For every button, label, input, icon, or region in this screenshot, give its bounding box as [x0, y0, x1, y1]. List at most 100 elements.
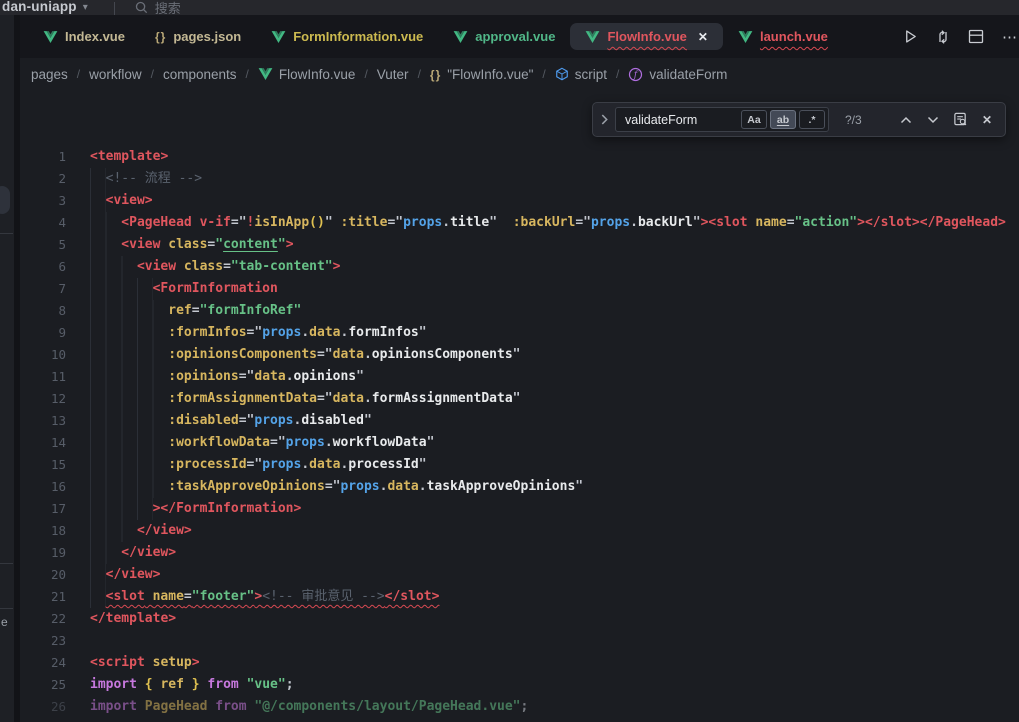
tab-flowinfo-vue[interactable]: FlowInfo.vue ✕ — [570, 23, 723, 50]
divider — [0, 608, 13, 609]
tab-forminformation-vue[interactable]: FormInformation.vue — [256, 23, 438, 50]
line-number: 23 — [20, 630, 66, 652]
divider — [0, 563, 13, 564]
code-editor[interactable]: 1<template>2<!-- 流程 -->3<view>4<PageHead… — [20, 146, 1019, 718]
svg-text:f: f — [633, 70, 639, 80]
code-line-8[interactable]: 8ref="formInfoRef" — [20, 300, 1019, 322]
split-editor-button[interactable] — [966, 26, 986, 48]
code-line-5[interactable]: 5<view class="content"> — [20, 234, 1019, 256]
code-line-18[interactable]: 18</view> — [20, 520, 1019, 542]
line-number: 17 — [20, 498, 66, 520]
breadcrumb-label: workflow — [89, 67, 142, 82]
code-text: :workflowData="props.workflowData" — [168, 432, 434, 454]
open-changes-button[interactable] — [933, 26, 953, 48]
breadcrumb-item-validateform[interactable]: fvalidateForm — [628, 67, 727, 82]
code-line-22[interactable]: 22</template> — [20, 608, 1019, 630]
global-search[interactable]: 搜索 — [135, 0, 181, 15]
find-match-count: ?/3 — [845, 113, 879, 127]
match-case-button[interactable]: Aa — [741, 110, 767, 129]
tab-launch-vue[interactable]: launch.vue — [723, 23, 843, 50]
code-text: :opinions="data.opinions" — [168, 366, 364, 388]
code-line-7[interactable]: 7<FormInformation — [20, 278, 1019, 300]
breadcrumb-item--flowinfo-vue-[interactable]: {}"FlowInfo.vue" — [430, 67, 533, 82]
code-text: <FormInformation — [153, 278, 278, 300]
vue-file-icon — [585, 30, 600, 44]
line-number: 24 — [20, 652, 66, 674]
divider — [114, 2, 115, 15]
code-text: </view> — [137, 520, 192, 542]
code-line-1[interactable]: 1<template> — [20, 146, 1019, 168]
tab-label: pages.json — [173, 29, 241, 44]
code-text: <view class="content"> — [121, 234, 293, 256]
next-match-button[interactable] — [924, 111, 942, 129]
json-file-icon: {} — [155, 30, 166, 44]
find-input[interactable] — [616, 113, 721, 127]
indent-guides — [90, 256, 137, 278]
indent-guides — [90, 300, 168, 322]
code-line-13[interactable]: 13:disabled="props.disabled" — [20, 410, 1019, 432]
code-line-26[interactable]: 26import PageHead from "@/components/lay… — [20, 696, 1019, 718]
code-line-25[interactable]: 25import { ref } from "vue"; — [20, 674, 1019, 696]
module-icon — [555, 67, 569, 81]
more-button[interactable]: ⋯ — [999, 26, 1019, 48]
find-in-selection-button[interactable] — [951, 111, 969, 129]
breadcrumb-label: components — [163, 67, 237, 82]
close-find-icon[interactable]: ✕ — [978, 111, 996, 129]
line-number: 21 — [20, 586, 66, 608]
code-line-10[interactable]: 10:opinionsComponents="data.opinionsComp… — [20, 344, 1019, 366]
tab-label: FlowInfo.vue — [607, 29, 686, 44]
breadcrumb-item-flowinfo-vue[interactable]: FlowInfo.vue — [258, 67, 356, 82]
whole-word-button[interactable]: ab — [770, 110, 796, 129]
vue-file-icon — [738, 30, 753, 44]
code-line-9[interactable]: 9:formInfos="props.data.formInfos" — [20, 322, 1019, 344]
breadcrumb-item-script[interactable]: script — [555, 67, 607, 82]
code-line-19[interactable]: 19</view> — [20, 542, 1019, 564]
code-line-2[interactable]: 2<!-- 流程 --> — [20, 168, 1019, 190]
run-button[interactable] — [900, 26, 920, 48]
breadcrumb-item-workflow[interactable]: workflow — [89, 67, 142, 82]
breadcrumb-item-pages[interactable]: pages — [31, 67, 68, 82]
code-line-11[interactable]: 11:opinions="data.opinions" — [20, 366, 1019, 388]
line-number: 6 — [20, 256, 66, 278]
regex-button[interactable]: .* — [799, 110, 825, 129]
code-line-16[interactable]: 16:taskApproveOpinions="props.data.taskA… — [20, 476, 1019, 498]
collapsed-sidebar[interactable]: e — [0, 15, 14, 722]
code-line-4[interactable]: 4<PageHead v-if="!isInApp()" :title="pro… — [20, 212, 1019, 234]
sidebar-clipped-text: e — [1, 615, 8, 629]
breadcrumb-label: script — [575, 67, 607, 82]
code-text: :opinionsComponents="data.opinionsCompon… — [168, 344, 520, 366]
tab-approval-vue[interactable]: approval.vue — [438, 23, 570, 50]
code-line-3[interactable]: 3<view> — [20, 190, 1019, 212]
tab-label: approval.vue — [475, 29, 555, 44]
code-line-6[interactable]: 6<view class="tab-content"> — [20, 256, 1019, 278]
tab-index-vue[interactable]: Index.vue — [28, 23, 140, 50]
breadcrumb-separator: / — [542, 67, 545, 81]
breadcrumb-separator: / — [151, 67, 154, 81]
code-line-15[interactable]: 15:processId="props.data.processId" — [20, 454, 1019, 476]
code-text: ></FormInformation> — [153, 498, 302, 520]
previous-match-button[interactable] — [897, 111, 915, 129]
vue-file-icon — [43, 30, 58, 44]
code-line-20[interactable]: 20</view> — [20, 564, 1019, 586]
code-line-23[interactable]: 23 — [20, 630, 1019, 652]
code-line-17[interactable]: 17 ></FormInformation> — [20, 498, 1019, 520]
code-text: <PageHead v-if="!isInApp()" :title="prop… — [121, 212, 1006, 234]
code-line-24[interactable]: 24 <script setup> — [20, 652, 1019, 674]
line-number: 16 — [20, 476, 66, 498]
editor-actions: ⋯ — [900, 26, 1019, 48]
tab-label: Index.vue — [65, 29, 125, 44]
close-tab-icon[interactable]: ✕ — [698, 30, 708, 44]
line-number: 13 — [20, 410, 66, 432]
indent-guides — [90, 542, 121, 564]
breadcrumb-item-components[interactable]: components — [163, 67, 237, 82]
code-text: <script setup> — [90, 652, 200, 674]
tab-pages-json[interactable]: {} pages.json — [140, 23, 256, 50]
code-line-14[interactable]: 14:workflowData="props.workflowData" — [20, 432, 1019, 454]
breadcrumb-item-vuter[interactable]: Vuter — [377, 67, 409, 82]
line-number: 3 — [20, 190, 66, 212]
divider — [0, 233, 13, 234]
toggle-replace-button[interactable] — [593, 114, 615, 125]
code-line-12[interactable]: 12:formAssignmentData="data.formAssignme… — [20, 388, 1019, 410]
project-name[interactable]: dan-uniapp — [2, 0, 77, 14]
code-line-21[interactable]: 21<slot name="footer"><!-- 审批意见 --></slo… — [20, 586, 1019, 608]
